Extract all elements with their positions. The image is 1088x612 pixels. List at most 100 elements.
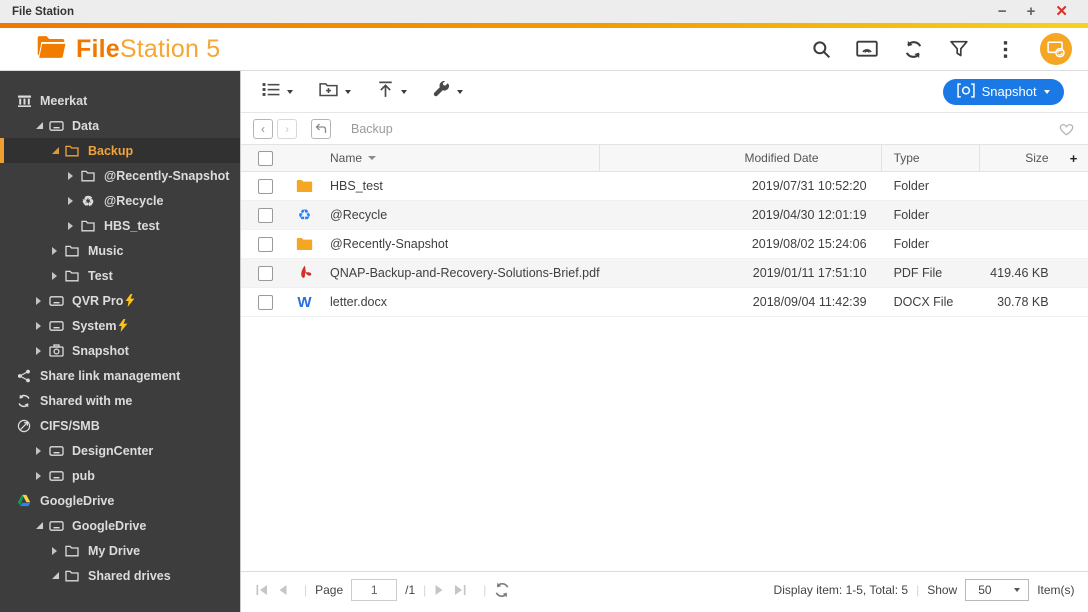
breadcrumb[interactable]: Backup bbox=[351, 122, 393, 136]
modified-date-cell: 2019/01/11 17:51:10 bbox=[752, 266, 867, 280]
sidebar-item-share-link-management[interactable]: Share link management bbox=[0, 363, 240, 388]
sidebar-item-my-drive[interactable]: My Drive bbox=[0, 538, 240, 563]
sidebar-item-pub[interactable]: pub bbox=[0, 463, 240, 488]
sidebar-item-shared-with-me[interactable]: Shared with me bbox=[0, 388, 240, 413]
sidebar-item-music[interactable]: Music bbox=[0, 238, 240, 263]
expand-arrow-icon[interactable] bbox=[68, 196, 80, 205]
favorite-heart-icon[interactable] bbox=[1058, 121, 1075, 136]
expand-arrow-icon[interactable] bbox=[36, 321, 48, 330]
search-icon[interactable] bbox=[810, 38, 832, 60]
expand-arrow-icon[interactable] bbox=[36, 346, 48, 355]
create-folder-button[interactable] bbox=[310, 77, 360, 106]
add-column-button[interactable]: + bbox=[1059, 145, 1088, 171]
window-controls: − + ✕ bbox=[998, 4, 1076, 19]
folder-icon bbox=[64, 543, 80, 559]
sidebar-item-test[interactable]: Test bbox=[0, 263, 240, 288]
sidebar-item-snapshot[interactable]: Snapshot bbox=[0, 338, 240, 363]
expand-arrow-icon[interactable] bbox=[36, 446, 48, 455]
table-row[interactable]: @Recently-Snapshot 2019/08/02 15:24:06 Fol… bbox=[241, 230, 1088, 259]
last-page-icon[interactable] bbox=[453, 584, 467, 596]
column-header-name[interactable]: Name bbox=[289, 145, 600, 171]
back-button[interactable]: ‹ bbox=[253, 118, 273, 139]
snapshot-button[interactable]: Snapshot bbox=[942, 78, 1064, 105]
file-name[interactable]: letter.docx bbox=[330, 295, 387, 309]
refresh-icon[interactable] bbox=[902, 38, 924, 60]
sidebar-item-recently-snapshot[interactable]: @Recently-Snapshot bbox=[0, 163, 240, 188]
file-name[interactable]: QNAP-Backup-and-Recovery-Solutions-Brief… bbox=[330, 266, 600, 280]
sidebar-item-googledrive[interactable]: GoogleDrive bbox=[0, 513, 240, 538]
chevron-down-icon bbox=[287, 89, 293, 94]
collapse-arrow-icon[interactable] bbox=[36, 122, 48, 129]
column-header-type[interactable]: Type bbox=[882, 145, 980, 171]
close-button[interactable]: ✕ bbox=[1055, 4, 1068, 19]
select-all-checkbox[interactable] bbox=[258, 150, 273, 166]
more-icon[interactable] bbox=[994, 38, 1016, 60]
table-row[interactable]: ♻ @Recycle 2019/04/30 12:01:19 Folder bbox=[241, 201, 1088, 230]
file-list: HBS_test 2019/07/31 10:52:20 Folder ♻ @Recyc… bbox=[241, 172, 1088, 317]
file-name[interactable]: HBS_test bbox=[330, 179, 383, 193]
cast-icon[interactable] bbox=[856, 38, 878, 60]
page-number-input[interactable] bbox=[351, 578, 398, 601]
chevron-down-icon bbox=[345, 89, 351, 94]
refresh-list-icon[interactable] bbox=[494, 582, 510, 598]
sidebar-item-hbs-test[interactable]: HBS_test bbox=[0, 213, 240, 238]
sidebar-item-meerkat[interactable]: Meerkat bbox=[0, 88, 240, 113]
column-header-size[interactable]: Size bbox=[980, 145, 1059, 171]
chevron-down-icon bbox=[1043, 89, 1050, 94]
expand-arrow-icon[interactable] bbox=[52, 546, 64, 555]
row-checkbox[interactable] bbox=[258, 207, 273, 223]
next-page-icon[interactable] bbox=[434, 584, 445, 596]
collapse-arrow-icon[interactable] bbox=[36, 522, 48, 529]
items-per-page-select[interactable]: 50 bbox=[965, 578, 1030, 601]
chevron-down-icon bbox=[1014, 587, 1021, 592]
sidebar-item-backup[interactable]: Backup bbox=[0, 138, 240, 163]
expand-arrow-icon[interactable] bbox=[68, 221, 80, 230]
column-header-modified[interactable]: Modified Date bbox=[600, 145, 882, 171]
table-row[interactable]: Wletter.docx 2018/09/04 11:42:39 DOCX File… bbox=[241, 288, 1088, 317]
collapse-arrow-icon[interactable] bbox=[52, 147, 64, 154]
table-row[interactable]: QNAP-Backup-and-Recovery-Solutions-Brief… bbox=[241, 259, 1088, 288]
sidebar-item-qvr-pro[interactable]: QVR Pro bbox=[0, 288, 240, 313]
sidebar-item-system[interactable]: System bbox=[0, 313, 240, 338]
expand-arrow-icon[interactable] bbox=[52, 271, 64, 280]
row-checkbox[interactable] bbox=[258, 265, 273, 281]
maximize-button[interactable]: + bbox=[1027, 4, 1036, 19]
sidebar-tree: Meerkat Data Backup @Recently-Snapshot ♻ @Rec… bbox=[0, 71, 240, 612]
previous-page-icon[interactable] bbox=[277, 584, 288, 596]
sort-arrow-icon bbox=[368, 156, 377, 160]
sidebar-item-data[interactable]: Data bbox=[0, 113, 240, 138]
collapse-arrow-icon[interactable] bbox=[52, 572, 64, 579]
first-page-icon[interactable] bbox=[255, 584, 269, 596]
sidebar-item-cifs-smb[interactable]: CIFS/SMB bbox=[0, 413, 240, 438]
row-checkbox[interactable] bbox=[258, 178, 273, 194]
file-name[interactable]: @Recently-Snapshot bbox=[330, 237, 448, 251]
toolbar: Snapshot bbox=[241, 71, 1088, 113]
minimize-button[interactable]: − bbox=[998, 4, 1007, 19]
sidebar-item-label: My Drive bbox=[88, 543, 141, 558]
sidebar-item-googledrive[interactable]: GoogleDrive bbox=[0, 488, 240, 513]
expand-arrow-icon[interactable] bbox=[36, 296, 48, 305]
file-size-cell: 419.46 KB bbox=[990, 266, 1049, 280]
background-task-icon[interactable] bbox=[1040, 33, 1072, 65]
sidebar-item-label: QVR Pro bbox=[72, 293, 124, 308]
file-name[interactable]: @Recycle bbox=[330, 208, 387, 222]
expand-arrow-icon[interactable] bbox=[52, 246, 64, 255]
row-checkbox[interactable] bbox=[258, 236, 273, 252]
expand-arrow-icon[interactable] bbox=[36, 471, 48, 480]
sidebar-item-label: Share link management bbox=[40, 368, 181, 383]
go-up-button[interactable] bbox=[311, 118, 331, 139]
row-checkbox[interactable] bbox=[258, 294, 273, 310]
filter-icon[interactable] bbox=[948, 38, 970, 60]
table-row[interactable]: HBS_test 2019/07/31 10:52:20 Folder bbox=[241, 172, 1088, 201]
upload-button[interactable] bbox=[368, 77, 416, 107]
tools-button[interactable] bbox=[424, 77, 472, 107]
view-mode-button[interactable] bbox=[253, 78, 302, 106]
sidebar-item-recycle[interactable]: ♻ @Recycle bbox=[0, 188, 240, 213]
sidebar-item-designcenter[interactable]: DesignCenter bbox=[0, 438, 240, 463]
app-logo: FileStation 5 bbox=[36, 35, 220, 64]
forward-button[interactable]: › bbox=[277, 118, 297, 139]
sidebar-item-shared-drives[interactable]: Shared drives bbox=[0, 563, 240, 588]
expand-arrow-icon[interactable] bbox=[68, 171, 80, 180]
file-size-cell bbox=[980, 172, 1059, 200]
header-icons bbox=[810, 33, 1088, 65]
